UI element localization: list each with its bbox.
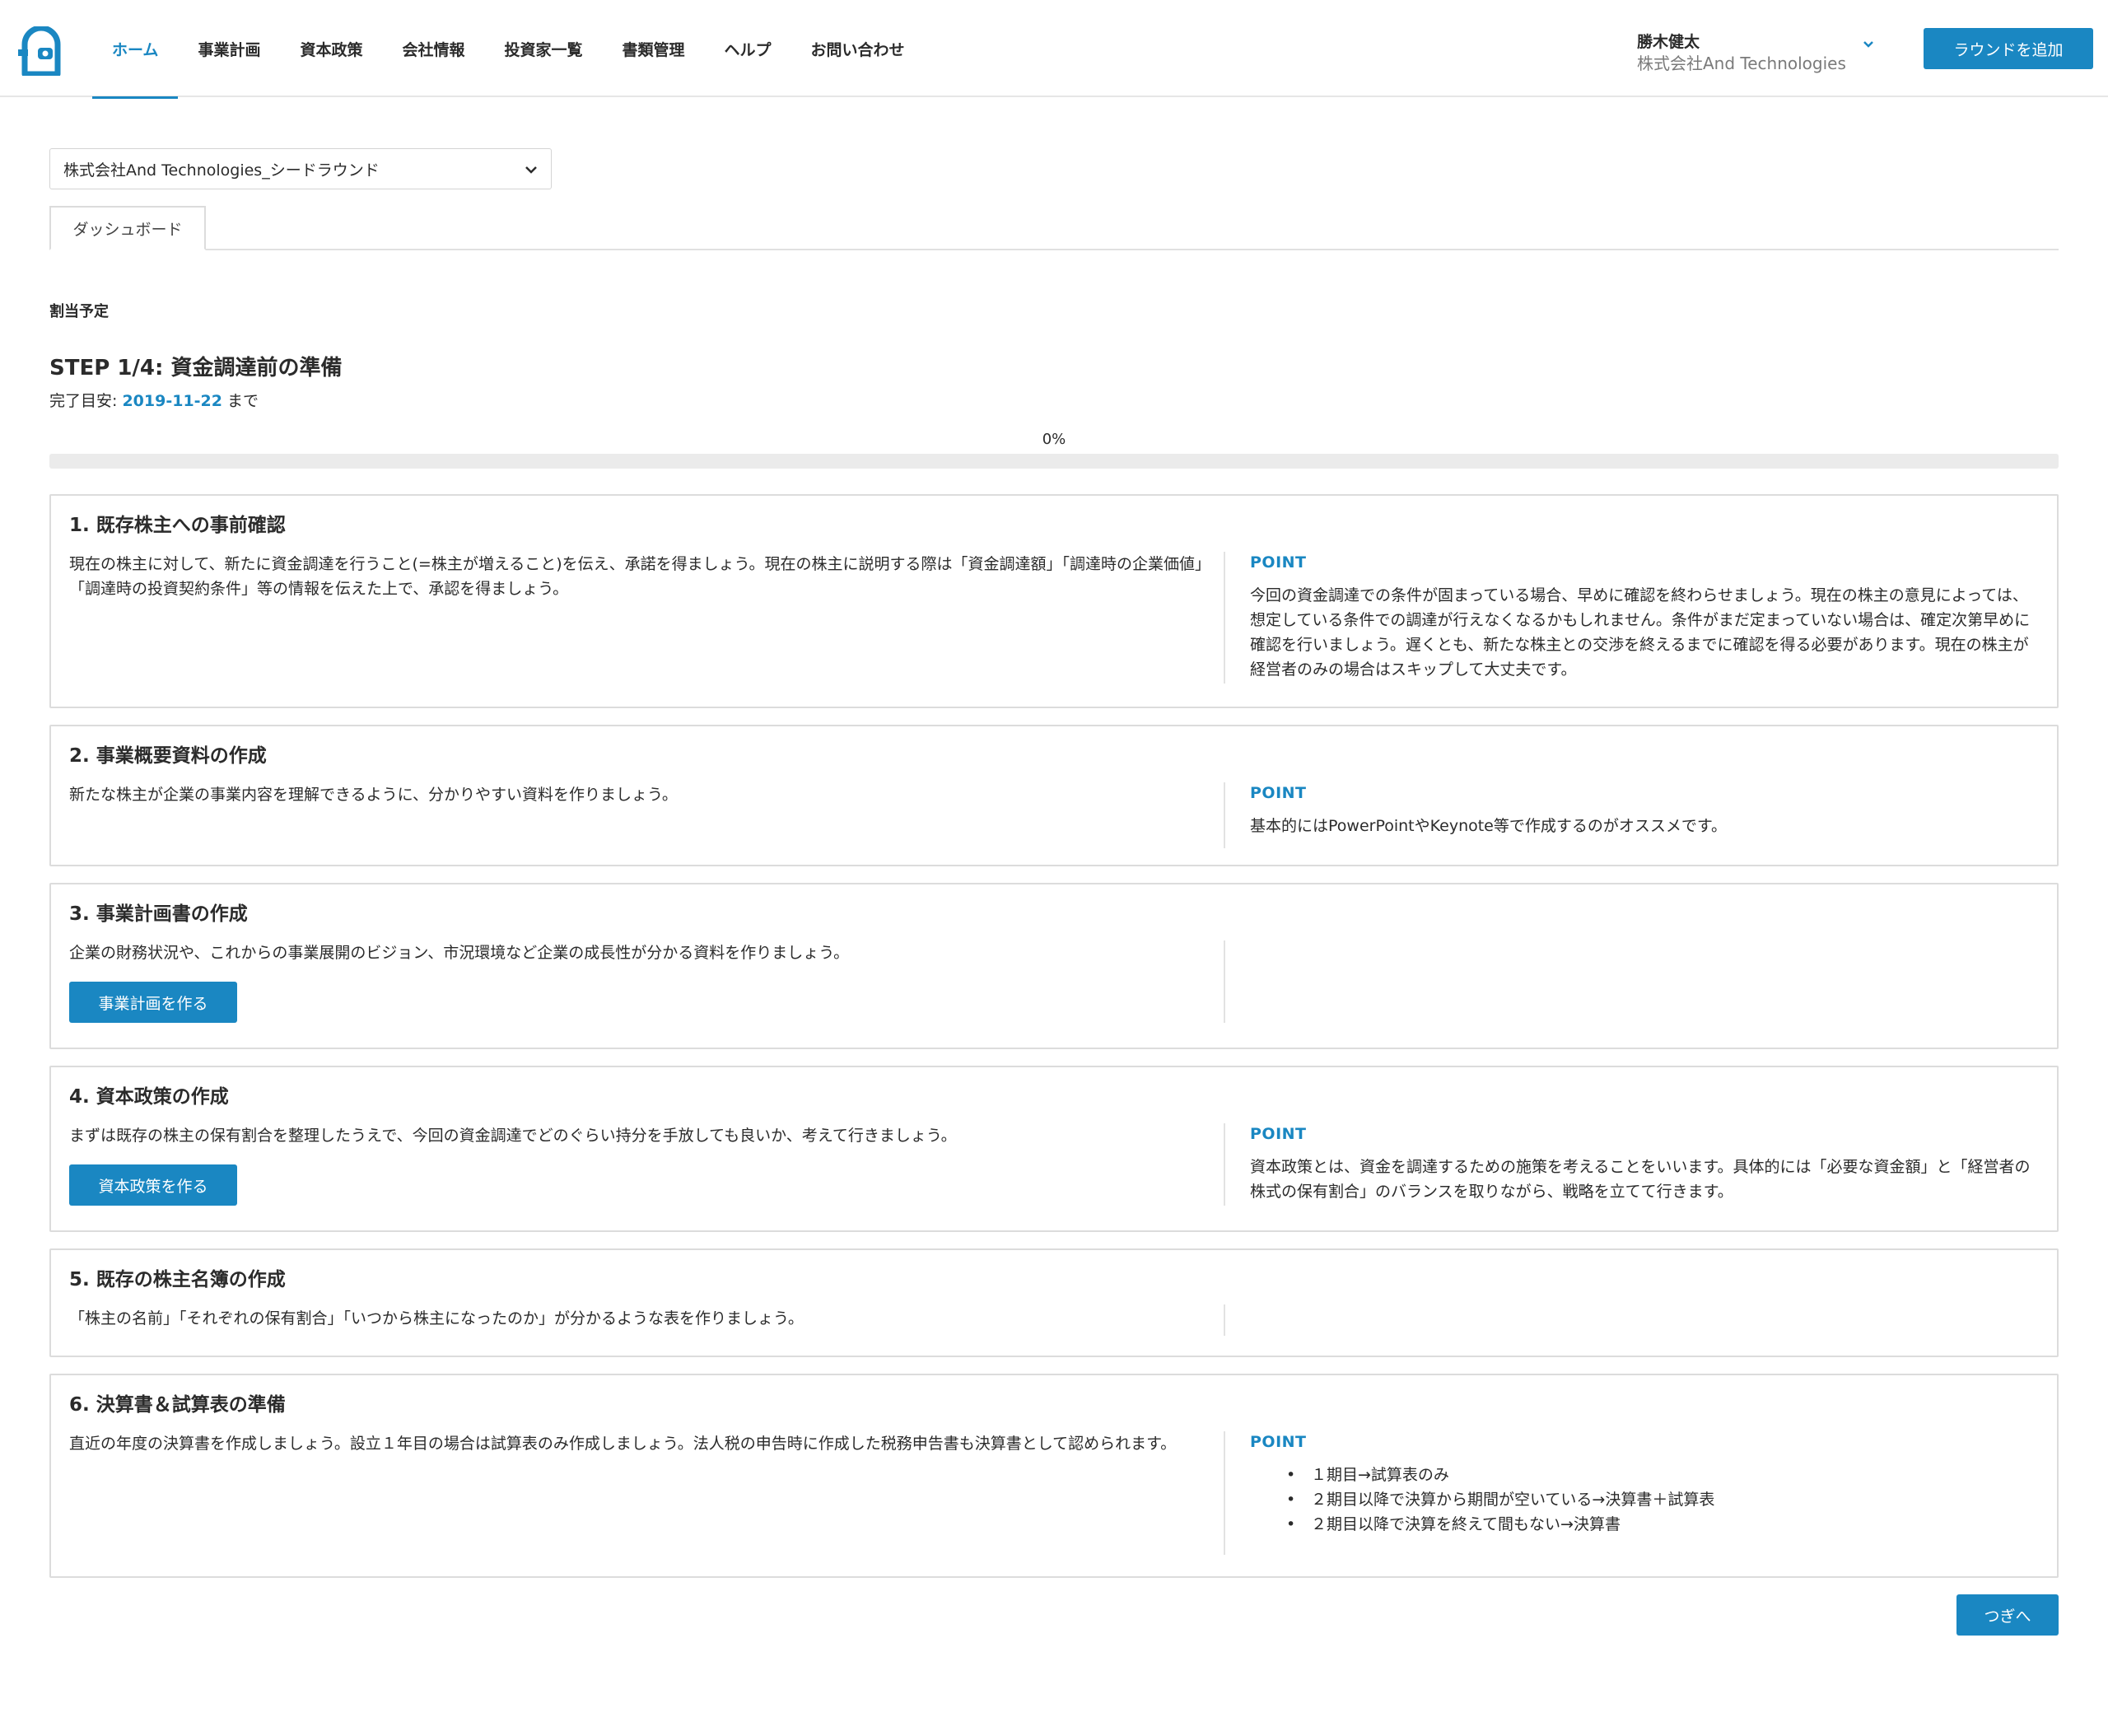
deadline: 完了目安: 2019-11-22 まで — [49, 389, 259, 411]
task-card-3: 3. 事業計画書の作成 企業の財務状況や、これからの事業展開のビジョン、市況環境… — [49, 883, 2059, 1049]
task-description: 「株主の名前」「それぞれの保有割合」「いつから株主になったのか」が分かるような表… — [69, 1309, 804, 1328]
progress-bar — [49, 454, 2059, 469]
task-title: 2. 事業概要資料の作成 — [69, 745, 267, 767]
card-divider — [1224, 552, 1225, 684]
card-divider — [1224, 1431, 1225, 1555]
create-capital-policy-button[interactable]: 資本政策を作る — [69, 1164, 237, 1206]
task-description: 企業の財務状況や、これからの事業展開のビジョン、市況環境など企業の成長性が分かる… — [69, 944, 850, 962]
next-button[interactable]: つぎへ — [1956, 1594, 2059, 1636]
point-label: POINT — [1250, 784, 1307, 802]
nav-contact[interactable]: お問い合わせ — [791, 0, 925, 97]
tab-bar-divider — [49, 249, 2059, 250]
chevron-down-icon — [525, 166, 537, 174]
tab-dashboard[interactable]: ダッシュボード — [49, 206, 206, 250]
point-label: POINT — [1250, 553, 1307, 572]
step-title: STEP 1/4: 資金調達前の準備 — [49, 356, 343, 380]
chevron-down-icon[interactable] — [1863, 40, 1874, 49]
point-text: 資本政策とは、資金を調達するための施策を考えることをいいます。具体的には「必要な… — [1250, 1158, 2031, 1201]
main-nav: ホーム 事業計画 資本政策 会社情報 投資家一覧 書類管理 ヘルプ お問い合わせ — [92, 0, 925, 99]
task-description: 新たな株主が企業の事業内容を理解できるように、分かりやすい資料を作りましょう。 — [69, 786, 678, 804]
task-card-4: 4. 資本政策の作成 まずは既存の株主の保有割合を整理したうえで、今回の資金調達… — [49, 1066, 2059, 1232]
point-list-item: ２期目以降で決算から期間が空いている→決算書＋試算表 — [1286, 1487, 2027, 1512]
point-list: １期目→試算表のみ ２期目以降で決算から期間が空いている→決算書＋試算表 ２期目… — [1286, 1463, 2027, 1537]
task-title: 6. 決算書＆試算表の準備 — [69, 1394, 286, 1416]
point-list-item: ２期目以降で決算を終えて間もない→決算書 — [1286, 1512, 2027, 1537]
nav-home[interactable]: ホーム — [92, 0, 179, 99]
card-divider — [1224, 1304, 1225, 1336]
round-select[interactable]: 株式会社And Technologies_シードラウンド — [49, 148, 552, 189]
task-description: 直近の年度の決算書を作成しましょう。設立１年目の場合は試算表のみ作成しましょう。… — [69, 1435, 1177, 1453]
create-business-plan-button[interactable]: 事業計画を作る — [69, 982, 237, 1023]
deadline-date: 2019-11-22 — [122, 392, 222, 410]
task-title: 4. 資本政策の作成 — [69, 1086, 229, 1108]
point-list-item: １期目→試算表のみ — [1286, 1463, 2027, 1487]
user-company: 株式会社And Technologies — [1637, 54, 1846, 73]
point-text: 今回の資金調達での条件が固まっている場合、早めに確認を終わらせましょう。現在の株… — [1250, 586, 2031, 679]
card-divider — [1224, 782, 1225, 848]
point-text: 基本的にはPowerPointやKeynote等で作成するのがオススメです。 — [1250, 817, 1727, 835]
task-card-2: 2. 事業概要資料の作成 新たな株主が企業の事業内容を理解できるように、分かりや… — [49, 725, 2059, 866]
card-divider — [1224, 940, 1225, 1023]
point-label: POINT — [1250, 1125, 1307, 1143]
deadline-suffix: まで — [222, 392, 259, 410]
card-divider — [1224, 1123, 1225, 1206]
app-logo-icon[interactable] — [18, 26, 64, 76]
task-card-5: 5. 既存の株主名簿の作成 「株主の名前」「それぞれの保有割合」「いつから株主に… — [49, 1248, 2059, 1357]
round-select-value: 株式会社And Technologies_シードラウンド — [63, 161, 380, 180]
task-title: 1. 既存株主への事前確認 — [69, 515, 286, 536]
nav-help[interactable]: ヘルプ — [705, 0, 791, 97]
nav-capital-policy[interactable]: 資本政策 — [280, 0, 382, 97]
nav-documents[interactable]: 書類管理 — [603, 0, 705, 97]
add-round-button[interactable]: ラウンドを追加 — [1924, 28, 2093, 69]
task-card-1: 1. 既存株主への事前確認 現在の株主に対して、新たに資金調達を行うこと(=株主… — [49, 494, 2059, 708]
user-menu[interactable]: 勝木健太 株式会社And Technologies — [1637, 31, 1846, 74]
nav-business-plan[interactable]: 事業計画 — [178, 0, 280, 97]
task-card-6: 6. 決算書＆試算表の準備 直近の年度の決算書を作成しましょう。設立１年目の場合… — [49, 1374, 2059, 1578]
progress-label: 0% — [1042, 431, 1066, 448]
task-title: 5. 既存の株主名簿の作成 — [69, 1269, 286, 1290]
task-title: 3. 事業計画書の作成 — [69, 903, 248, 925]
point-label: POINT — [1250, 1433, 1307, 1451]
nav-investors[interactable]: 投資家一覧 — [484, 0, 602, 97]
section-label: 割当予定 — [49, 303, 109, 320]
top-header: ホーム 事業計画 資本政策 会社情報 投資家一覧 書類管理 ヘルプ お問い合わせ… — [0, 0, 2108, 99]
task-description: まずは既存の株主の保有割合を整理したうえで、今回の資金調達でどのぐらい持分を手放… — [69, 1127, 957, 1145]
task-description: 現在の株主に対して、新たに資金調達を行うこと(=株主が増えること)を伝え、承諾を… — [69, 555, 1203, 598]
nav-company-info[interactable]: 会社情報 — [382, 0, 484, 97]
deadline-prefix: 完了目安: — [49, 392, 123, 410]
user-name: 勝木健太 — [1637, 33, 1700, 51]
